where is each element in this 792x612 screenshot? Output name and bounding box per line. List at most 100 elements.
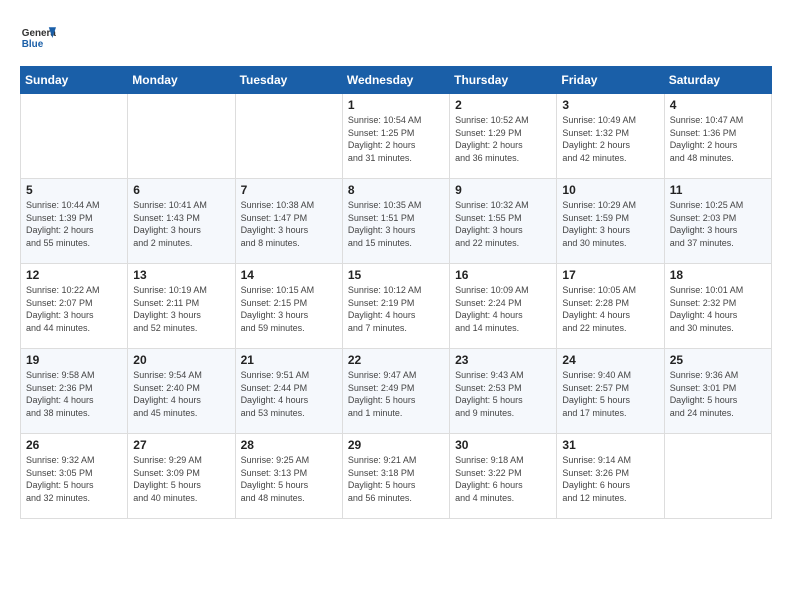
day-number: 25	[670, 353, 766, 367]
day-number: 29	[348, 438, 444, 452]
day-info: Sunrise: 9:54 AM Sunset: 2:40 PM Dayligh…	[133, 369, 229, 419]
calendar-cell	[235, 94, 342, 179]
day-info: Sunrise: 10:35 AM Sunset: 1:51 PM Daylig…	[348, 199, 444, 249]
calendar-cell: 25 Sunrise: 9:36 AM Sunset: 3:01 PM Dayli…	[664, 349, 771, 434]
day-info: Sunrise: 10:41 AM Sunset: 1:43 PM Daylig…	[133, 199, 229, 249]
calendar-cell: 14 Sunrise: 10:15 AM Sunset: 2:15 PM Dayl…	[235, 264, 342, 349]
day-number: 17	[562, 268, 658, 282]
calendar-cell: 24 Sunrise: 9:40 AM Sunset: 2:57 PM Dayli…	[557, 349, 664, 434]
day-number: 2	[455, 98, 551, 112]
svg-text:Blue: Blue	[22, 39, 44, 50]
calendar-cell: 22Sunrise: 9:47 AM Sunset: 2:49 PM Dayli…	[342, 349, 449, 434]
day-info: Sunrise: 10:15 AM Sunset: 2:15 PM Daylig…	[241, 284, 337, 334]
day-info: Sunrise: 10:54 AM Sunset: 1:25 PM Daylig…	[348, 114, 444, 164]
day-number: 5	[26, 183, 122, 197]
calendar-cell: 26 Sunrise: 9:32 AM Sunset: 3:05 PM Dayli…	[21, 434, 128, 519]
day-number: 24	[562, 353, 658, 367]
weekday-header-sunday: Sunday	[21, 67, 128, 94]
day-info: Sunrise: 10:05 AM Sunset: 2:28 PM Daylig…	[562, 284, 658, 334]
day-info: Sunrise: 10:49 AM Sunset: 1:32 PM Daylig…	[562, 114, 658, 164]
calendar-week-1: 1 Sunrise: 10:54 AM Sunset: 1:25 PM Dayli…	[21, 94, 772, 179]
calendar-cell: 16 Sunrise: 10:09 AM Sunset: 2:24 PM Dayl…	[450, 264, 557, 349]
day-info: Sunrise: 9:25 AM Sunset: 3:13 PM Dayligh…	[241, 454, 337, 504]
day-info: Sunrise: 9:40 AM Sunset: 2:57 PM Dayligh…	[562, 369, 658, 419]
day-number: 11	[670, 183, 766, 197]
day-info: Sunrise: 10:01 AM Sunset: 2:32 PM Daylig…	[670, 284, 766, 334]
day-info: Sunrise: 9:29 AM Sunset: 3:09 PM Dayligh…	[133, 454, 229, 504]
day-info: Sunrise: 10:25 AM Sunset: 2:03 PM Daylig…	[670, 199, 766, 249]
calendar-cell: 31Sunrise: 9:14 AM Sunset: 3:26 PM Dayli…	[557, 434, 664, 519]
day-info: Sunrise: 9:32 AM Sunset: 3:05 PM Dayligh…	[26, 454, 122, 504]
day-info: Sunrise: 10:32 AM Sunset: 1:55 PM Daylig…	[455, 199, 551, 249]
day-number: 9	[455, 183, 551, 197]
day-number: 7	[241, 183, 337, 197]
weekday-header-wednesday: Wednesday	[342, 67, 449, 94]
day-info: Sunrise: 10:19 AM Sunset: 2:11 PM Daylig…	[133, 284, 229, 334]
calendar-week-2: 5 Sunrise: 10:44 AM Sunset: 1:39 PM Dayli…	[21, 179, 772, 264]
calendar-cell: 10 Sunrise: 10:29 AM Sunset: 1:59 PM Dayl…	[557, 179, 664, 264]
day-number: 3	[562, 98, 658, 112]
calendar-cell: 29 Sunrise: 9:21 AM Sunset: 3:18 PM Dayli…	[342, 434, 449, 519]
calendar-cell: 1 Sunrise: 10:54 AM Sunset: 1:25 PM Dayli…	[342, 94, 449, 179]
calendar-cell	[664, 434, 771, 519]
weekday-header-tuesday: Tuesday	[235, 67, 342, 94]
day-number: 13	[133, 268, 229, 282]
day-number: 10	[562, 183, 658, 197]
calendar-cell: 5 Sunrise: 10:44 AM Sunset: 1:39 PM Dayli…	[21, 179, 128, 264]
day-number: 4	[670, 98, 766, 112]
calendar-cell: 4 Sunrise: 10:47 AM Sunset: 1:36 PM Dayli…	[664, 94, 771, 179]
day-number: 26	[26, 438, 122, 452]
day-number: 21	[241, 353, 337, 367]
day-info: Sunrise: 9:58 AM Sunset: 2:36 PM Dayligh…	[26, 369, 122, 419]
calendar-cell: 9 Sunrise: 10:32 AM Sunset: 1:55 PM Dayli…	[450, 179, 557, 264]
day-info: Sunrise: 9:43 AM Sunset: 2:53 PM Dayligh…	[455, 369, 551, 419]
day-info: Sunrise: 9:51 AM Sunset: 2:44 PM Dayligh…	[241, 369, 337, 419]
weekday-header-monday: Monday	[128, 67, 235, 94]
calendar-cell: 23Sunrise: 9:43 AM Sunset: 2:53 PM Dayli…	[450, 349, 557, 434]
day-info: Sunrise: 10:12 AM Sunset: 2:19 PM Daylig…	[348, 284, 444, 334]
calendar-cell	[21, 94, 128, 179]
day-number: 1	[348, 98, 444, 112]
weekday-header-saturday: Saturday	[664, 67, 771, 94]
calendar-cell	[128, 94, 235, 179]
day-info: Sunrise: 10:44 AM Sunset: 1:39 PM Daylig…	[26, 199, 122, 249]
day-number: 14	[241, 268, 337, 282]
page-header: General Blue	[20, 20, 772, 56]
calendar-cell: 20 Sunrise: 9:54 AM Sunset: 2:40 PM Dayli…	[128, 349, 235, 434]
calendar-cell: 2Sunrise: 10:52 AM Sunset: 1:29 PM Dayli…	[450, 94, 557, 179]
calendar-cell: 15 Sunrise: 10:12 AM Sunset: 2:19 PM Dayl…	[342, 264, 449, 349]
day-info: Sunrise: 10:09 AM Sunset: 2:24 PM Daylig…	[455, 284, 551, 334]
day-info: Sunrise: 10:47 AM Sunset: 1:36 PM Daylig…	[670, 114, 766, 164]
calendar-cell: 6 Sunrise: 10:41 AM Sunset: 1:43 PM Dayli…	[128, 179, 235, 264]
calendar-week-5: 26 Sunrise: 9:32 AM Sunset: 3:05 PM Dayli…	[21, 434, 772, 519]
day-number: 27	[133, 438, 229, 452]
day-number: 6	[133, 183, 229, 197]
calendar-cell: 11 Sunrise: 10:25 AM Sunset: 2:03 PM Dayl…	[664, 179, 771, 264]
calendar-cell: 13 Sunrise: 10:19 AM Sunset: 2:11 PM Dayl…	[128, 264, 235, 349]
weekday-header-row: SundayMondayTuesdayWednesdayThursdayFrid…	[21, 67, 772, 94]
calendar-cell: 7Sunrise: 10:38 AM Sunset: 1:47 PM Dayli…	[235, 179, 342, 264]
day-number: 16	[455, 268, 551, 282]
day-info: Sunrise: 9:21 AM Sunset: 3:18 PM Dayligh…	[348, 454, 444, 504]
calendar-table: SundayMondayTuesdayWednesdayThursdayFrid…	[20, 66, 772, 519]
day-number: 18	[670, 268, 766, 282]
calendar-cell: 17 Sunrise: 10:05 AM Sunset: 2:28 PM Dayl…	[557, 264, 664, 349]
day-info: Sunrise: 9:47 AM Sunset: 2:49 PM Dayligh…	[348, 369, 444, 419]
weekday-header-friday: Friday	[557, 67, 664, 94]
day-number: 15	[348, 268, 444, 282]
day-info: Sunrise: 9:18 AM Sunset: 3:22 PM Dayligh…	[455, 454, 551, 504]
logo-icon: General Blue	[20, 20, 56, 56]
calendar-cell: 3 Sunrise: 10:49 AM Sunset: 1:32 PM Dayli…	[557, 94, 664, 179]
calendar-cell: 28Sunrise: 9:25 AM Sunset: 3:13 PM Dayli…	[235, 434, 342, 519]
day-number: 31	[562, 438, 658, 452]
calendar-week-3: 12 Sunrise: 10:22 AM Sunset: 2:07 PM Dayl…	[21, 264, 772, 349]
day-number: 20	[133, 353, 229, 367]
day-info: Sunrise: 10:29 AM Sunset: 1:59 PM Daylig…	[562, 199, 658, 249]
day-info: Sunrise: 10:22 AM Sunset: 2:07 PM Daylig…	[26, 284, 122, 334]
logo: General Blue	[20, 20, 56, 56]
day-number: 8	[348, 183, 444, 197]
weekday-header-thursday: Thursday	[450, 67, 557, 94]
calendar-cell: 21 Sunrise: 9:51 AM Sunset: 2:44 PM Dayli…	[235, 349, 342, 434]
day-number: 12	[26, 268, 122, 282]
day-info: Sunrise: 9:36 AM Sunset: 3:01 PM Dayligh…	[670, 369, 766, 419]
